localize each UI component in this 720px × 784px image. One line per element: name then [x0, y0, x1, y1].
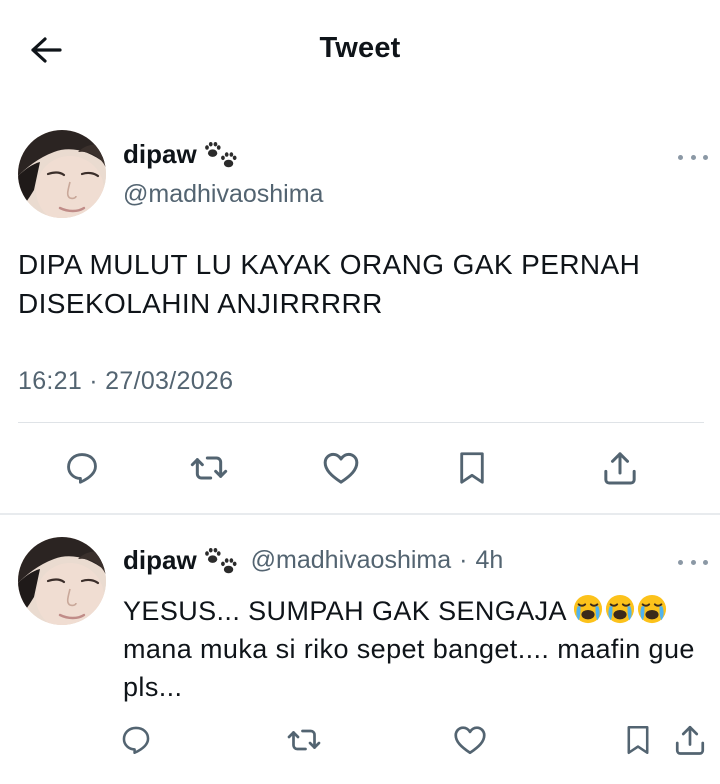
loudly-crying-face-icon [573, 594, 603, 624]
retweet-icon [286, 722, 322, 758]
retweet-button[interactable] [189, 448, 229, 488]
divider [18, 422, 704, 423]
reply-button[interactable] [118, 722, 154, 758]
avatar[interactable] [18, 537, 106, 625]
top-bar: Tweet [0, 0, 720, 100]
share-icon [600, 448, 640, 488]
tweet-text-line1: YESUS... SUMPAH GAK SENGAJA [123, 596, 566, 626]
tweet-timestamp[interactable]: 16:21 · 27/03/2026 [18, 367, 233, 396]
reply-icon [63, 449, 101, 487]
separator-dot: · [459, 546, 468, 574]
author-handle[interactable]: @madhivaoshima [123, 180, 323, 209]
tweet-text: YESUS... SUMPAH GAK SENGAJA mana muka si… [123, 592, 703, 706]
divider [0, 513, 720, 515]
paw-prints-icon [203, 140, 241, 170]
author-name-text: dipaw [123, 139, 197, 169]
reply-icon [119, 723, 153, 757]
bookmark-icon [453, 449, 491, 487]
retweet-icon [189, 448, 229, 488]
like-icon [452, 722, 488, 758]
bookmark-button[interactable] [620, 722, 656, 758]
tweet-text: DIPA MULUT LU KAYAK ORANG GAK PERNAH DIS… [18, 249, 641, 319]
author-name[interactable]: dipaw [123, 545, 241, 576]
author-name-text: dipaw [123, 545, 197, 575]
more-dot-icon [678, 154, 683, 160]
bookmark-button[interactable] [452, 448, 492, 488]
tweet-time[interactable]: 4h [475, 546, 503, 575]
more-options-button[interactable] [678, 555, 708, 569]
share-icon [672, 722, 708, 758]
author-handle[interactable]: @madhivaoshima [251, 546, 451, 575]
reply-button[interactable] [62, 448, 102, 488]
more-options-button[interactable] [678, 150, 708, 164]
more-dot-icon [703, 154, 708, 160]
retweet-button[interactable] [286, 722, 322, 758]
bookmark-icon [621, 723, 655, 757]
paw-prints-icon [203, 546, 241, 576]
more-dot-icon [703, 559, 708, 565]
author-name[interactable]: dipaw [123, 139, 241, 170]
like-button[interactable] [321, 448, 361, 488]
page-title: Tweet [319, 32, 401, 64]
tweet-text-rest: mana muka si riko sepet banget.... maafi… [123, 634, 695, 702]
reply-header: dipaw @madhivaoshima · 4h [123, 545, 503, 576]
loudly-crying-face-icon [605, 594, 635, 624]
share-button[interactable] [600, 448, 640, 488]
share-button[interactable] [672, 722, 708, 758]
emoji-group [573, 594, 667, 624]
more-dot-icon [690, 154, 696, 160]
more-dot-icon [690, 559, 696, 565]
like-icon [321, 448, 361, 488]
more-dot-icon [678, 559, 683, 565]
loudly-crying-face-icon [637, 594, 667, 624]
avatar[interactable] [18, 130, 106, 218]
like-button[interactable] [452, 722, 488, 758]
